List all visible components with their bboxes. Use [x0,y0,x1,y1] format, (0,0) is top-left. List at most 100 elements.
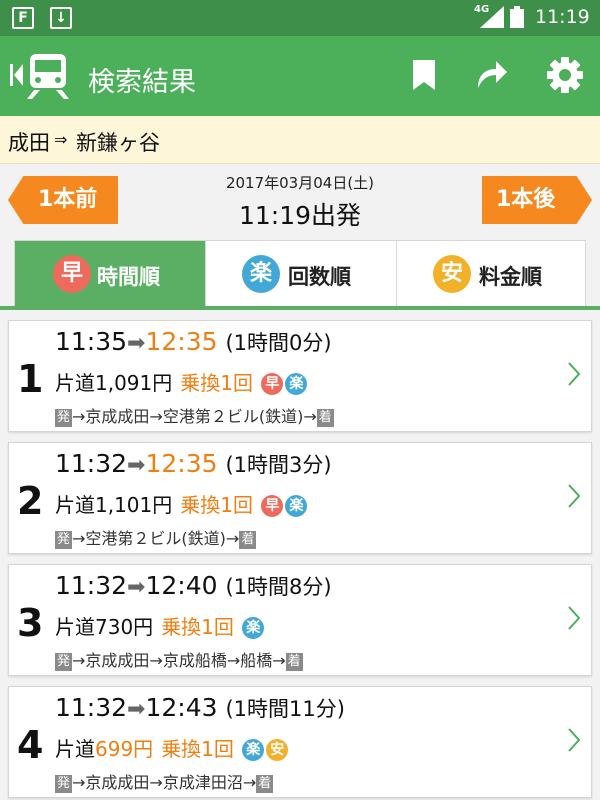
result-number: 2 [17,479,44,523]
page-title: 検索結果 [88,67,196,98]
status-time: 11:19 [535,6,590,28]
route-result-2[interactable]: 2 11:32➡12:35 (1時間3分) 片道1,101円 乗換1回 早楽 発 →… [8,442,592,554]
download-icon: ↓ [50,7,72,29]
route-to: 新鎌ヶ谷 [76,131,160,155]
arrow-icon: ➡ [127,575,146,600]
start-tag: 発 [55,775,73,793]
departure-time: 11:32 [55,571,128,600]
easy-badge: 楽 [285,373,308,395]
tab-sort-by-transfers[interactable]: 楽 回数順 [206,241,396,307]
end-tag: 着 [256,775,274,793]
arrival-time: 12:40 [145,571,218,600]
fare-prefix: 片道 [55,615,95,639]
time-row: 11:35➡12:35 (1時間0分) [55,327,332,357]
arrival-time: 12:43 [145,693,218,722]
route-result-3[interactable]: 3 11:32➡12:40 (1時間8分) 片道730円 乗換1回 楽 発 →京成成… [8,564,592,676]
fare-row: 片道1,091円 乗換1回 早楽 [55,367,308,396]
fast-badge: 早 [261,495,284,517]
fare-row: 片道1,101円 乗換1回 早楽 [55,489,308,518]
route-path: 発 →京成成田→空港第２ビル(鉄道)→ 着 [55,403,334,427]
route-stops: →京成成田→京成船橋→船橋→ [72,651,286,670]
duration: (1時間8分) [225,575,332,599]
fare-prefix: 片道 [55,371,95,395]
result-number: 4 [17,723,44,767]
tab-label: 回数順 [288,265,351,289]
easy-badge: 楽 [242,617,265,639]
transfer-count: 乗換1回 [180,493,253,517]
share-icon[interactable] [474,58,508,90]
tab-underline [0,306,600,310]
chevron-right-icon [568,362,581,386]
arrival-time: 12:35 [145,449,218,478]
easy-icon: 楽 [242,255,280,293]
tab-label: 料金順 [479,265,542,289]
signal-icon [480,6,504,28]
route-result-4[interactable]: 4 11:32➡12:43 (1時間11分) 片道699円 乗換1回 楽安 発 →京… [8,686,592,798]
route-stops: →空港第２ビル(鉄道)→ [72,529,240,548]
route-path: 発 →京成成田→京成船橋→船橋→ 着 [55,647,303,671]
fare-row: 片道730円 乗換1回 楽 [55,611,265,640]
fare: 730円 [95,615,154,639]
route-arrow: ⇒ [54,130,68,149]
fast-badge: 早 [261,373,284,395]
route-stops: →京成成田→空港第２ビル(鉄道)→ [72,407,317,426]
time-row: 11:32➡12:35 (1時間3分) [55,449,332,479]
route-summary: 成田 ⇒ 新鎌ヶ谷 [0,116,600,164]
app-bar: 検索結果 [0,36,600,116]
chevron-right-icon [568,728,581,752]
cheap-icon: 安 [433,255,471,293]
bookmark-icon[interactable] [413,60,435,90]
route-stops: →京成成田→京成津田沼→ [72,773,257,792]
result-number: 1 [17,357,44,401]
start-tag: 発 [55,653,73,671]
date-navigation: 1本前 2017年03月04日(土) 11:19出発 1本後 [0,164,600,238]
chevron-right-icon [568,606,581,630]
tab-sort-by-time[interactable]: 早 時間順 [15,241,205,307]
arrow-icon: ➡ [127,697,146,722]
gear-icon[interactable] [546,56,584,94]
fare-prefix: 片道 [55,737,95,761]
transfer-count: 乗換1回 [180,371,253,395]
fare: 1,101円 [95,493,173,517]
cheap-badge: 安 [266,739,289,761]
departure-time: 11:35 [55,327,128,356]
route-from: 成田 [8,131,50,155]
fast-icon: 早 [53,255,91,293]
easy-badge: 楽 [242,739,265,761]
route-path: 発 →空港第２ビル(鉄道)→ 着 [55,525,257,549]
fare-prefix: 片道 [55,493,95,517]
time-row: 11:32➡12:43 (1時間11分) [55,693,345,723]
tab-sort-by-fare[interactable]: 安 料金順 [397,241,587,307]
battery-icon [510,6,524,28]
end-tag: 着 [285,653,303,671]
result-number: 3 [17,601,44,645]
route-path: 発 →京成成田→京成津田沼→ 着 [55,769,274,793]
back-to-start-icon[interactable] [10,64,24,86]
sort-tabs: 早 時間順 楽 回数順 安 料金順 [14,240,587,307]
arrow-icon: ➡ [127,453,146,478]
status-bar: F ↓ 4G 11:19 [0,0,600,36]
duration: (1時間11分) [225,697,345,721]
end-tag: 着 [316,409,334,427]
fare: 699円 [95,737,154,761]
route-result-1[interactable]: 1 11:35➡12:35 (1時間0分) 片道1,091円 乗換1回 早楽 発 →… [8,320,592,432]
end-tag: 着 [239,531,257,549]
duration: (1時間0分) [225,331,332,355]
arrow-icon: ➡ [127,331,146,356]
arrival-time: 12:35 [145,327,218,356]
chevron-right-icon [568,484,581,508]
facebook-app-icon: F [12,7,34,29]
next-train-button[interactable]: 1本後 [482,176,592,224]
start-tag: 発 [55,531,73,549]
tab-label: 時間順 [97,265,160,289]
time-row: 11:32➡12:40 (1時間8分) [55,571,332,601]
transfer-count: 乗換1回 [161,737,234,761]
departure-time: 11:32 [55,693,128,722]
transfer-count: 乗換1回 [161,615,234,639]
easy-badge: 楽 [285,495,308,517]
duration: (1時間3分) [225,453,332,477]
fare-row: 片道699円 乗換1回 楽安 [55,733,289,762]
departure-time: 11:32 [55,449,128,478]
start-tag: 発 [55,409,73,427]
fare: 1,091円 [95,371,173,395]
